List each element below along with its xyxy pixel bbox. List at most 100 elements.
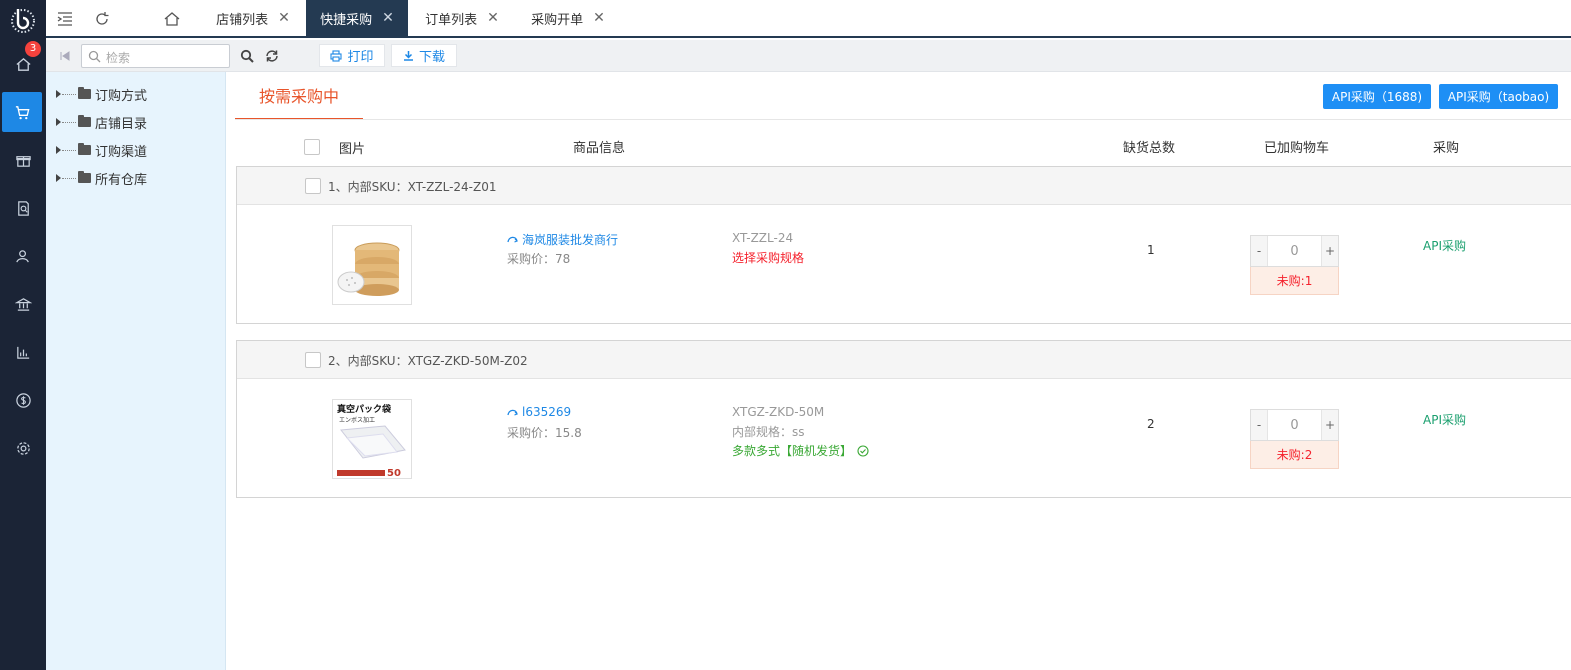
- check-circle-icon: [857, 444, 869, 457]
- refresh-icon[interactable]: [93, 10, 111, 28]
- tree-item-all-warehouses[interactable]: 所有仓库: [56, 168, 147, 188]
- expand-arrow-icon[interactable]: [56, 146, 61, 154]
- tree-item-order-method[interactable]: 订购方式: [56, 84, 147, 104]
- select-all-checkbox[interactable]: [304, 139, 320, 155]
- supplier-link[interactable]: 海岚服装批发商行: [507, 231, 618, 248]
- tab-on-demand-purchase[interactable]: 按需采购中: [235, 72, 363, 120]
- quantity-input[interactable]: 0: [1267, 236, 1322, 266]
- download-button[interactable]: 下载: [391, 44, 457, 67]
- folder-icon: [78, 115, 91, 127]
- category-tree: 订购方式 店铺目录 订购渠道 所有仓库: [46, 72, 226, 670]
- nav-purchase[interactable]: [2, 92, 42, 132]
- close-icon[interactable]: ✕: [382, 10, 394, 26]
- decrement-button[interactable]: -: [1251, 236, 1267, 266]
- unpurchased-count: 未购:1: [1250, 267, 1339, 295]
- quantity-input[interactable]: 0: [1267, 410, 1322, 440]
- dollar-icon: [15, 392, 31, 408]
- header-image: 图片: [339, 142, 366, 157]
- image-text: 50: [387, 468, 401, 479]
- close-icon[interactable]: ✕: [593, 10, 605, 26]
- api-purchase-taobao-button[interactable]: API采购（taobao): [1439, 84, 1558, 109]
- expand-arrow-icon[interactable]: [56, 174, 61, 182]
- download-icon: [403, 51, 413, 61]
- increment-button[interactable]: +: [1322, 236, 1338, 266]
- close-icon[interactable]: ✕: [278, 10, 290, 26]
- table-row: 真空パック袋 エンボス加工 50 l635269 采购价：15.8 XTGZ-Z…: [237, 379, 1571, 497]
- image-text: エンボス加工: [339, 416, 375, 424]
- printer-icon: [330, 49, 343, 62]
- supplier-link[interactable]: l635269: [507, 405, 571, 419]
- api-purchase-1688-button[interactable]: API采购（1688): [1323, 84, 1431, 109]
- tab-order-list[interactable]: 订单列表 ✕: [410, 0, 514, 36]
- vacuum-bag-image: 真空パック袋 エンボス加工 50: [333, 400, 411, 479]
- purchase-price: 采购价：15.8: [507, 426, 582, 440]
- internal-spec: 内部规格：ss: [732, 425, 805, 439]
- nav-bank[interactable]: [0, 284, 46, 324]
- close-icon[interactable]: ✕: [487, 10, 499, 26]
- app-logo-icon[interactable]: [9, 6, 37, 34]
- folder-icon: [78, 143, 91, 155]
- product-image[interactable]: 真空パック袋 エンボス加工 50: [332, 399, 412, 479]
- nav-users[interactable]: [0, 236, 46, 276]
- tab-purchase-order[interactable]: 采购开单 ✕: [516, 0, 620, 36]
- decrement-button[interactable]: -: [1251, 410, 1267, 440]
- image-text: 真空パック袋: [337, 403, 392, 415]
- print-button[interactable]: 打印: [319, 44, 385, 67]
- search-button-icon[interactable]: [240, 49, 254, 63]
- sku-group: 2、内部SKU：XTGZ-ZKD-50M-Z02 真空パック袋 エンボス加工 5…: [236, 340, 1571, 498]
- sku-group-header: 2、内部SKU：XTGZ-ZKD-50M-Z02: [237, 341, 1571, 379]
- quantity-stepper: - 0 +: [1250, 409, 1339, 441]
- nav-search-doc[interactable]: [0, 188, 46, 228]
- gear-icon: [16, 441, 30, 455]
- home-icon: [15, 57, 31, 71]
- nav-reports[interactable]: [0, 332, 46, 372]
- home-tab-icon[interactable]: [163, 10, 181, 28]
- header-purchase: 采购: [1433, 141, 1460, 156]
- table-row: 海岚服装批发商行 采购价：78 XT-ZZL-24 选择采购规格 1 - 0 +…: [237, 205, 1571, 323]
- link-icon: [507, 236, 518, 243]
- expand-arrow-icon[interactable]: [56, 118, 61, 126]
- api-purchase-link[interactable]: API采购: [1423, 411, 1466, 428]
- menu-collapse-icon[interactable]: [56, 10, 74, 28]
- search-icon: [88, 50, 101, 63]
- quantity-stepper: - 0 +: [1250, 235, 1339, 267]
- main-content: 按需采购中 API采购（1688) API采购（taobao) 图片 商品信息 …: [226, 72, 1571, 670]
- bar-chart-icon: [16, 346, 29, 359]
- increment-button[interactable]: +: [1322, 410, 1338, 440]
- nav-finance[interactable]: [0, 380, 46, 420]
- folder-icon: [78, 87, 91, 99]
- notification-badge: 3: [25, 41, 41, 57]
- unpurchased-count: 未购:2: [1250, 441, 1339, 469]
- api-purchase-link[interactable]: API采购: [1423, 237, 1466, 254]
- tab-shop-list[interactable]: 店铺列表 ✕: [199, 0, 307, 36]
- first-page-icon[interactable]: [59, 50, 71, 62]
- nav-home[interactable]: 3: [0, 41, 46, 84]
- tree-item-shop-catalog[interactable]: 店铺目录: [56, 112, 147, 132]
- nav-settings[interactable]: [0, 428, 46, 468]
- search-input[interactable]: 检索: [81, 44, 230, 68]
- row-checkbox[interactable]: [305, 178, 321, 194]
- left-navigation: 3: [0, 0, 46, 670]
- steamer-basket-image: [333, 226, 411, 304]
- product-sku: XT-ZZL-24: [732, 231, 794, 245]
- sku-group-header: 1、内部SKU：XT-ZZL-24-Z01: [237, 167, 1571, 205]
- tree-item-order-channel[interactable]: 订购渠道: [56, 140, 147, 160]
- reload-icon[interactable]: [265, 49, 279, 63]
- select-spec-link[interactable]: 选择采购规格: [732, 249, 804, 266]
- purchase-price: 采购价：78: [507, 252, 571, 266]
- header-shortage-total: 缺货总数: [1123, 141, 1176, 156]
- internal-sku-label: 2、内部SKU：XTGZ-ZKD-50M-Z02: [328, 354, 528, 368]
- tab-quick-purchase[interactable]: 快捷采购 ✕: [306, 0, 408, 36]
- header-product-info: 商品信息: [573, 141, 626, 156]
- row-checkbox[interactable]: [305, 352, 321, 368]
- nav-gift[interactable]: [0, 140, 46, 180]
- shortage-count: 2: [1147, 417, 1155, 431]
- product-image[interactable]: [332, 225, 412, 305]
- users-icon: [15, 249, 29, 262]
- internal-sku-label: 1、内部SKU：XT-ZZL-24-Z01: [328, 180, 497, 194]
- tab-bar: 店铺列表 ✕ 快捷采购 ✕ 订单列表 ✕ 采购开单 ✕: [46, 0, 1571, 38]
- expand-arrow-icon[interactable]: [56, 90, 61, 98]
- link-icon: [507, 409, 518, 416]
- cart-icon: [15, 105, 29, 119]
- gift-icon: [15, 155, 31, 167]
